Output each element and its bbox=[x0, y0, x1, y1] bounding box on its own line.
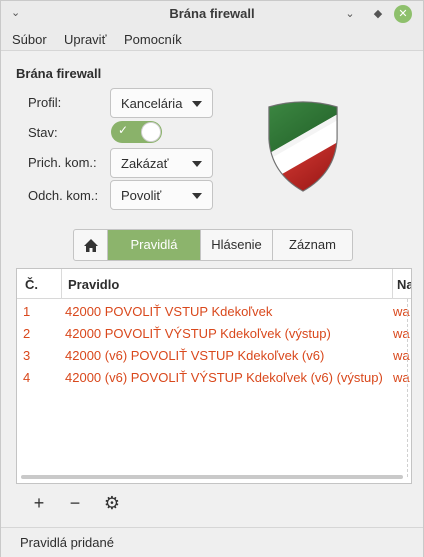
row-number: 2 bbox=[23, 326, 31, 341]
table-row[interactable]: 4 42000 (v6) POVOLIŤ VÝSTUP Kdekoľvek (v… bbox=[17, 367, 411, 389]
rule-settings-button[interactable]: ⚙ bbox=[101, 492, 123, 514]
column-header-number[interactable]: Č. bbox=[25, 277, 38, 292]
profile-label: Profil: bbox=[28, 95, 62, 110]
outgoing-dropdown[interactable]: Povoliť bbox=[110, 180, 213, 210]
view-tabs: Pravidlá Hlásenie Záznam bbox=[73, 229, 353, 261]
statusbar: Pravidlá pridané bbox=[1, 527, 423, 557]
section-title: Brána firewall bbox=[16, 66, 102, 81]
row-number: 1 bbox=[23, 304, 31, 319]
row-rule: 42000 POVOLIŤ VÝSTUP Kdekoľvek (výstup) bbox=[65, 326, 331, 341]
profile-dropdown[interactable]: Kancelária bbox=[110, 88, 213, 118]
tab-home[interactable] bbox=[74, 230, 108, 260]
column-separator bbox=[392, 269, 393, 299]
dropdown-arrow-icon bbox=[192, 193, 202, 199]
switch-knob bbox=[141, 122, 161, 142]
status-text: Pravidlá pridané bbox=[20, 535, 114, 550]
menubar: Súbor Upraviť Pomocník bbox=[1, 27, 423, 51]
incoming-dropdown[interactable]: Zakázať bbox=[110, 148, 213, 178]
horizontal-scrollbar[interactable] bbox=[21, 475, 403, 479]
incoming-value: Zakázať bbox=[121, 156, 169, 171]
row-number: 4 bbox=[23, 370, 31, 385]
window-title: Brána firewall bbox=[169, 6, 255, 21]
firewall-shield-logo bbox=[268, 101, 338, 192]
remove-rule-button[interactable]: − bbox=[64, 492, 86, 514]
table-row[interactable]: 3 42000 (v6) POVOLIŤ VSTUP Kdekoľvek (v6… bbox=[17, 345, 411, 367]
table-header: Č. Pravidlo Na bbox=[17, 269, 411, 299]
tab-rules[interactable]: Pravidlá bbox=[108, 230, 201, 260]
firewall-window: ⌄ Brána firewall ⌄ ◆ ✕ Súbor Upraviť Pom… bbox=[0, 0, 424, 557]
table-row[interactable]: 2 42000 POVOLIŤ VÝSTUP Kdekoľvek (výstup… bbox=[17, 323, 411, 345]
close-icon[interactable]: ✕ bbox=[394, 5, 412, 23]
titlebar: ⌄ Brána firewall ⌄ ◆ ✕ bbox=[1, 1, 423, 27]
profile-value: Kancelária bbox=[121, 96, 183, 111]
tab-report[interactable]: Hlásenie bbox=[201, 230, 273, 260]
gear-icon: ⚙ bbox=[103, 493, 121, 513]
check-icon: ✓ bbox=[118, 123, 129, 137]
row-rule: 42000 POVOLIŤ VSTUP Kdekoľvek bbox=[65, 304, 273, 319]
dropdown-arrow-icon bbox=[192, 101, 202, 107]
incoming-label: Prich. kom.: bbox=[28, 155, 97, 170]
row-rule: 42000 (v6) POVOLIŤ VSTUP Kdekoľvek (v6) bbox=[65, 348, 325, 363]
maximize-icon[interactable]: ◆ bbox=[369, 5, 387, 23]
column-header-name[interactable]: Na bbox=[397, 277, 411, 292]
row-rule: 42000 (v6) POVOLIŤ VÝSTUP Kdekoľvek (v6)… bbox=[65, 370, 383, 385]
column-header-rule[interactable]: Pravidlo bbox=[68, 277, 119, 292]
outgoing-label: Odch. kom.: bbox=[28, 188, 99, 203]
menu-file[interactable]: Súbor bbox=[12, 32, 47, 47]
table-row[interactable]: 1 42000 POVOLIŤ VSTUP Kdekoľvek wa bbox=[17, 301, 411, 323]
outgoing-value: Povoliť bbox=[121, 188, 162, 203]
column-separator bbox=[61, 269, 62, 299]
minimize-icon[interactable]: ⌄ bbox=[341, 5, 359, 23]
status-switch[interactable]: ✓ bbox=[111, 121, 162, 143]
menu-edit[interactable]: Upraviť bbox=[64, 32, 106, 47]
home-icon bbox=[83, 239, 98, 253]
tab-log[interactable]: Záznam bbox=[273, 230, 352, 260]
add-rule-button[interactable]: + bbox=[28, 492, 50, 514]
column-guide bbox=[407, 299, 408, 477]
row-number: 3 bbox=[23, 348, 31, 363]
dropdown-arrow-icon bbox=[192, 161, 202, 167]
status-label: Stav: bbox=[28, 125, 58, 140]
rules-table: Č. Pravidlo Na 1 42000 POVOLIŤ VSTUP Kde… bbox=[16, 268, 412, 484]
menu-help[interactable]: Pomocník bbox=[124, 32, 182, 47]
